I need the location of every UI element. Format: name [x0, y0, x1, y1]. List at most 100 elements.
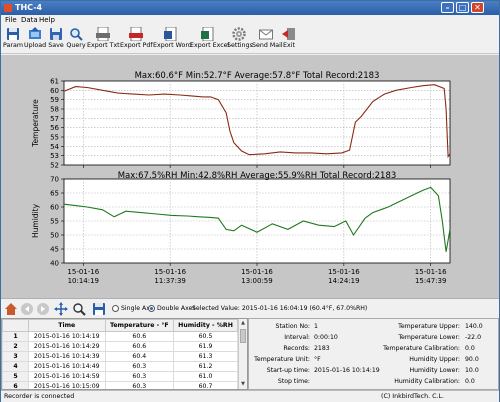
- row-number: 5: [2, 371, 29, 382]
- double-axes-radio[interactable]: [148, 305, 155, 312]
- humidity-cell: 60.5: [173, 331, 238, 342]
- temperature-cell: 60.6: [104, 341, 175, 352]
- send-mail-button[interactable]: Send Mail: [252, 27, 283, 53]
- chart-title: Max:60.6°F Min:52.7°F Average:57.8°F Tot…: [135, 71, 380, 81]
- data-table-panel[interactable]: Time Temperature - °F Humidity - %RH 1 20…: [1, 318, 248, 390]
- scroll-down-icon[interactable]: ▼: [239, 380, 247, 388]
- zoom-icon[interactable]: [72, 302, 86, 316]
- temp-lower-label: Temperature Lower:: [398, 334, 460, 341]
- time-cell: 2015-01-16 10:14:19: [28, 331, 106, 342]
- startup-label: Start-up time:: [266, 367, 310, 374]
- upload-button[interactable]: Upload: [24, 27, 46, 53]
- home-icon[interactable]: [4, 302, 18, 316]
- excel-file-icon: [201, 27, 214, 41]
- upload-label: Upload: [24, 42, 47, 49]
- time-cell: 2015-01-16 10:14:29: [28, 341, 106, 352]
- export-word-label: Export Word: [153, 42, 192, 49]
- forward-icon[interactable]: [36, 302, 50, 316]
- temp-calibration-value: 0.0: [465, 345, 475, 352]
- menu-data[interactable]: Data: [21, 16, 38, 24]
- humidity-cell: 60.7: [173, 381, 238, 389]
- y-tick-label: 60: [50, 204, 59, 212]
- humidity-cell: 61.2: [173, 361, 238, 372]
- table-row[interactable]: 3 2015-01-16 10:14:39 60.4 61.3: [2, 351, 238, 362]
- pan-icon[interactable]: [54, 302, 68, 316]
- y-tick-label: 55: [50, 218, 59, 226]
- y-tick-label: 45: [50, 246, 59, 254]
- export-excel-button[interactable]: Export Excel: [190, 27, 229, 53]
- export-pdf-button[interactable]: Export Pdf: [120, 27, 153, 53]
- txt-file-icon: [96, 27, 110, 41]
- table-row[interactable]: 5 2015-01-16 10:14:59 60.3 61.0: [2, 371, 238, 382]
- x-tick-label-time: 11:37:39: [154, 277, 185, 285]
- selected-value: Selected Value: 2015-01-16 16:04:19 (60.…: [192, 305, 368, 312]
- data-table: Time Temperature - °F Humidity - %RH 1 20…: [2, 319, 238, 389]
- temp-upper-value: 140.0: [465, 323, 483, 330]
- export-word-button[interactable]: Export Word: [153, 27, 192, 53]
- row-number: 3: [2, 351, 29, 362]
- param-button[interactable]: Param: [3, 27, 23, 53]
- y-tick-label: 65: [50, 190, 59, 198]
- scroll-up-icon[interactable]: ▲: [239, 319, 247, 327]
- charts-svg[interactable]: Max:60.6°F Min:52.7°F Average:57.8°F Tot…: [1, 55, 499, 298]
- interval-label: Interval:: [284, 334, 310, 341]
- save-button[interactable]: Save: [47, 27, 65, 53]
- temp-upper-label: Temperature Upper:: [398, 323, 460, 330]
- menu-file[interactable]: File: [5, 16, 17, 24]
- temp-unit-label: Temperature Unit:: [254, 356, 310, 363]
- temp-lower-value: -22.0: [465, 334, 482, 341]
- single-axis-radio[interactable]: [112, 305, 119, 312]
- row-number: 1: [2, 331, 29, 342]
- app-window: THC-4 – □ ✕ File Data Help Param Upload …: [0, 0, 500, 402]
- row-number: 6: [2, 381, 29, 389]
- exit-button[interactable]: Exit: [281, 27, 297, 53]
- maximize-button[interactable]: □: [456, 2, 469, 13]
- temperature-cell: 60.3: [104, 381, 175, 389]
- humidity-cell: 61.9: [173, 341, 238, 352]
- table-row[interactable]: 2 2015-01-16 10:14:29 60.6 61.9: [2, 341, 238, 352]
- x-tick-label-time: 13:00:59: [241, 277, 272, 285]
- query-button[interactable]: Query: [66, 27, 86, 53]
- exit-label: Exit: [283, 42, 295, 49]
- exit-icon: [282, 28, 295, 40]
- export-txt-button[interactable]: Export Txt: [87, 27, 120, 53]
- pdf-file-icon: [129, 27, 143, 41]
- send-mail-label: Send Mail: [252, 42, 283, 49]
- humidity-chart[interactable]: Max:67.5%RH Min:42.8%RH Average:55.9%RH …: [31, 171, 451, 285]
- save-chart-icon[interactable]: [92, 302, 106, 316]
- y-tick-label: 59: [50, 96, 59, 104]
- temperature-header[interactable]: Temperature - °F: [104, 319, 175, 332]
- table-row[interactable]: 6 2015-01-16 10:15:09 60.3 60.7: [2, 381, 238, 389]
- time-header[interactable]: Time: [28, 319, 106, 332]
- scroll-thumb[interactable]: [240, 329, 246, 343]
- settings-button[interactable]: Settings: [227, 27, 253, 53]
- chart-control-bar: Single Axis Double Axes Selected Value: …: [1, 298, 499, 318]
- mail-icon: [259, 29, 273, 40]
- time-cell: 2015-01-16 10:14:49: [28, 361, 106, 372]
- y-tick-label: 50: [50, 232, 59, 240]
- stop-time-label: Stop time:: [277, 378, 310, 385]
- query-label: Query: [66, 42, 86, 49]
- row-number: 4: [2, 361, 29, 372]
- table-scrollbar[interactable]: ▲ ▼: [238, 319, 247, 389]
- title-bar[interactable]: THC-4 – □ ✕: [1, 1, 499, 15]
- close-button[interactable]: ✕: [471, 2, 484, 13]
- station-no-value: 1: [314, 323, 318, 330]
- table-row[interactable]: 4 2015-01-16 10:14:49 60.3 61.2: [2, 361, 238, 372]
- save-icon: [50, 28, 62, 40]
- x-tick-label-date: 15-01-16: [154, 268, 186, 276]
- table-row[interactable]: 1 2015-01-16 10:14:19 60.6 60.5: [2, 331, 238, 342]
- param-label: Param: [3, 42, 23, 49]
- minimize-button[interactable]: –: [441, 2, 454, 13]
- time-cell: 2015-01-16 10:15:09: [28, 381, 106, 389]
- hum-upper-value: 90.0: [465, 356, 479, 363]
- save-disk-icon: [7, 28, 19, 40]
- menu-help[interactable]: Help: [39, 16, 55, 24]
- temperature-chart[interactable]: Max:60.6°F Min:52.7°F Average:57.8°F Tot…: [31, 71, 451, 170]
- y-tick-label: 56: [50, 124, 59, 132]
- temperature-cell: 60.3: [104, 361, 175, 372]
- back-icon[interactable]: [20, 302, 34, 316]
- station-no-label: Station No:: [275, 323, 310, 330]
- humidity-header[interactable]: Humidity - %RH: [173, 319, 238, 332]
- copyright-text: (C) InkbirdTech. C.L.: [381, 393, 445, 400]
